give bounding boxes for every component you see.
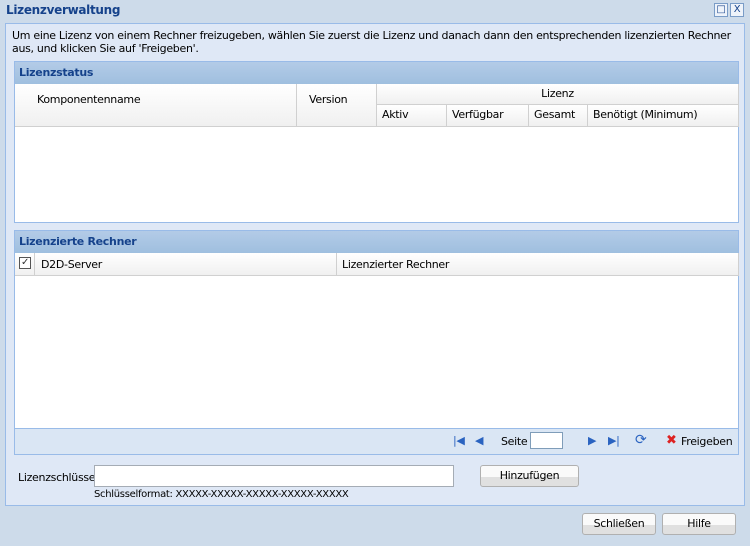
panel-title: Lizenzierte Rechner — [15, 231, 738, 253]
pagination-toolbar: |◀ ◀ Seite ▶ ▶| ⟳ ✖ Freigeben — [15, 428, 738, 454]
last-page-icon[interactable]: ▶| — [608, 434, 620, 447]
refresh-icon[interactable]: ⟳ — [635, 432, 647, 448]
close-button[interactable]: X — [730, 3, 744, 17]
page-label: Seite — [501, 435, 528, 448]
select-all-checkbox[interactable]: ✓ — [15, 253, 35, 276]
help-button[interactable]: Hilfe — [662, 513, 736, 535]
col-component-name[interactable]: Komponentenname — [15, 84, 297, 127]
delete-icon[interactable]: ✖ — [666, 433, 677, 448]
col-licensed-machine[interactable]: Lizenzierter Rechner — [337, 253, 739, 276]
first-page-icon[interactable]: |◀ — [453, 434, 465, 447]
licensed-machines-panel: Lizenzierte Rechner ✓ D2D-Server Lizenzi… — [14, 230, 739, 455]
license-key-label: Lizenzschlüssel — [18, 471, 99, 484]
window-title: Lizenzverwaltung — [6, 3, 121, 17]
col-d2d-server[interactable]: D2D-Server — [35, 253, 337, 276]
prev-page-icon[interactable]: ◀ — [475, 434, 483, 447]
col-license-group: Lizenz — [377, 84, 739, 105]
key-format-hint: Schlüsselformat: XXXXX-XXXXX-XXXXX-XXXXX… — [94, 489, 349, 500]
next-page-icon[interactable]: ▶ — [588, 434, 596, 447]
release-button[interactable]: Freigeben — [681, 435, 733, 448]
license-key-input[interactable] — [94, 465, 454, 487]
panel-title: Lizenzstatus — [15, 62, 738, 84]
intro-text: Um eine Lizenz von einem Rechner freizug… — [12, 29, 731, 55]
col-available[interactable]: Verfügbar — [447, 105, 529, 127]
col-total[interactable]: Gesamt — [529, 105, 588, 127]
close-dialog-button[interactable]: Schließen — [582, 513, 656, 535]
license-status-panel: Lizenzstatus Komponentenname Version Liz… — [14, 61, 739, 223]
col-required[interactable]: Benötigt (Minimum) — [588, 105, 739, 127]
add-button[interactable]: Hinzufügen — [480, 465, 579, 487]
col-active[interactable]: Aktiv — [377, 105, 447, 127]
maximize-button[interactable]: □ — [714, 3, 728, 17]
page-input[interactable] — [530, 432, 563, 449]
col-version[interactable]: Version — [297, 84, 377, 127]
